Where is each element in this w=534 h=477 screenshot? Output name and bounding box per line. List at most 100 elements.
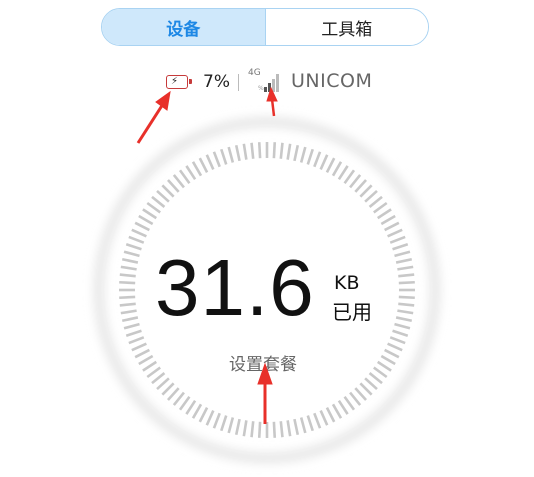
gauge-tick — [227, 417, 235, 434]
gauge-tick — [313, 151, 322, 168]
gauge-tick — [161, 184, 175, 198]
gauge-tick — [380, 214, 396, 226]
gauge-tick — [398, 273, 415, 278]
gauge-tick — [146, 201, 161, 214]
gauge-tick — [156, 190, 170, 203]
gauge-tick — [123, 250, 140, 258]
gauge-tick — [146, 366, 161, 379]
gauge-tick — [279, 421, 284, 438]
gauge-tick — [299, 417, 307, 434]
gauge-tick — [319, 410, 329, 426]
gauge-tick — [234, 144, 241, 162]
gauge-tick — [325, 157, 336, 173]
gauge-tick — [395, 257, 413, 264]
gauge-tick — [172, 391, 185, 406]
gauge-tick — [156, 377, 170, 390]
gauge-tick — [123, 322, 140, 330]
gauge-tick — [394, 250, 411, 258]
gauge-tick — [212, 412, 221, 429]
gauge-tick — [151, 195, 166, 208]
gauge-tick — [131, 342, 147, 352]
gauge-tick — [205, 410, 215, 426]
gauge-tick — [376, 360, 392, 372]
gauge-tick — [167, 387, 180, 401]
usage-unit: KB — [334, 272, 360, 294]
gauge-tick — [331, 161, 343, 177]
gauge-tick — [306, 148, 314, 165]
gauge-tick — [205, 154, 215, 170]
gauge-tick — [242, 143, 248, 160]
status-divider — [238, 74, 239, 91]
gauge-tick — [359, 382, 373, 396]
gauge-tick — [198, 407, 209, 423]
gauge-tick — [128, 235, 145, 244]
gauge-tick — [198, 157, 209, 173]
gauge-tick — [397, 309, 414, 315]
network-type: 4G — [248, 68, 261, 78]
gauge-tick — [120, 309, 137, 315]
gauge-tick — [191, 403, 203, 419]
gauge-tick — [384, 221, 400, 232]
gauge-tick — [364, 190, 378, 203]
lightning-bolt-icon: ⚡ — [171, 76, 179, 87]
gauge-tick — [131, 228, 147, 238]
annotation-arrow-battery — [136, 90, 171, 144]
gauge-tick — [138, 354, 154, 366]
gauge-tick — [364, 377, 378, 390]
gauge-tick — [392, 243, 409, 251]
gauge-tick — [319, 154, 329, 170]
gauge-tick — [337, 399, 349, 415]
charging-battery-icon: ⚡ — [166, 75, 192, 89]
gauge-tick — [337, 165, 349, 181]
gauge-tick — [286, 143, 292, 160]
annotation-arrow-signal — [266, 86, 278, 117]
network-sub-indicator: % — [258, 85, 264, 92]
gauge-tick — [387, 228, 403, 238]
gauge-tick — [121, 316, 139, 323]
gauge-tick — [398, 280, 415, 285]
gauge-tick — [191, 161, 203, 177]
gauge-tick — [257, 142, 262, 159]
gauge-tick — [384, 348, 400, 359]
gauge-tick — [125, 243, 142, 251]
gauge-tick — [279, 142, 284, 159]
tab-toolbox[interactable]: 工具箱 — [264, 9, 428, 45]
gauge-tick — [368, 372, 383, 385]
gauge-tick — [121, 257, 139, 264]
gauge-tick — [134, 221, 150, 232]
gauge-tick — [185, 399, 197, 415]
gauge-tick — [313, 412, 322, 429]
gauge-tick — [227, 146, 235, 163]
gauge-tick — [142, 360, 158, 372]
gauge-tick — [234, 418, 241, 436]
gauge-tick — [354, 387, 367, 401]
battery-percent: 7% — [203, 72, 230, 92]
tab-device[interactable]: 设备 — [102, 9, 265, 45]
gauge-tick — [286, 420, 292, 437]
gauge-tick — [397, 265, 414, 271]
gauge-tick — [134, 348, 150, 359]
gauge-tick — [120, 265, 137, 271]
gauge-tick — [387, 342, 403, 352]
gauge-tick — [151, 372, 166, 385]
gauge-tick — [212, 151, 221, 168]
gauge-tick — [293, 418, 300, 436]
usage-value: 31.6 — [155, 243, 315, 332]
gauge-tick — [250, 142, 255, 159]
gauge-tick — [349, 391, 362, 406]
gauge-tick — [128, 336, 145, 345]
setup-plan-link[interactable]: 设置套餐 — [229, 350, 297, 375]
gauge-tick — [331, 403, 343, 419]
gauge-tick — [167, 179, 180, 193]
gauge-tick — [373, 366, 388, 379]
gauge-tick — [161, 382, 175, 396]
gauge-tick — [398, 302, 415, 307]
gauge-tick — [306, 415, 314, 432]
gauge-tick — [354, 179, 367, 193]
gauge-tick — [293, 144, 300, 162]
gauge-tick — [368, 195, 383, 208]
gauge-tick — [220, 148, 228, 165]
gauge-tick — [376, 208, 392, 220]
gauge-tick — [119, 273, 136, 278]
gauge-tick — [257, 421, 262, 438]
